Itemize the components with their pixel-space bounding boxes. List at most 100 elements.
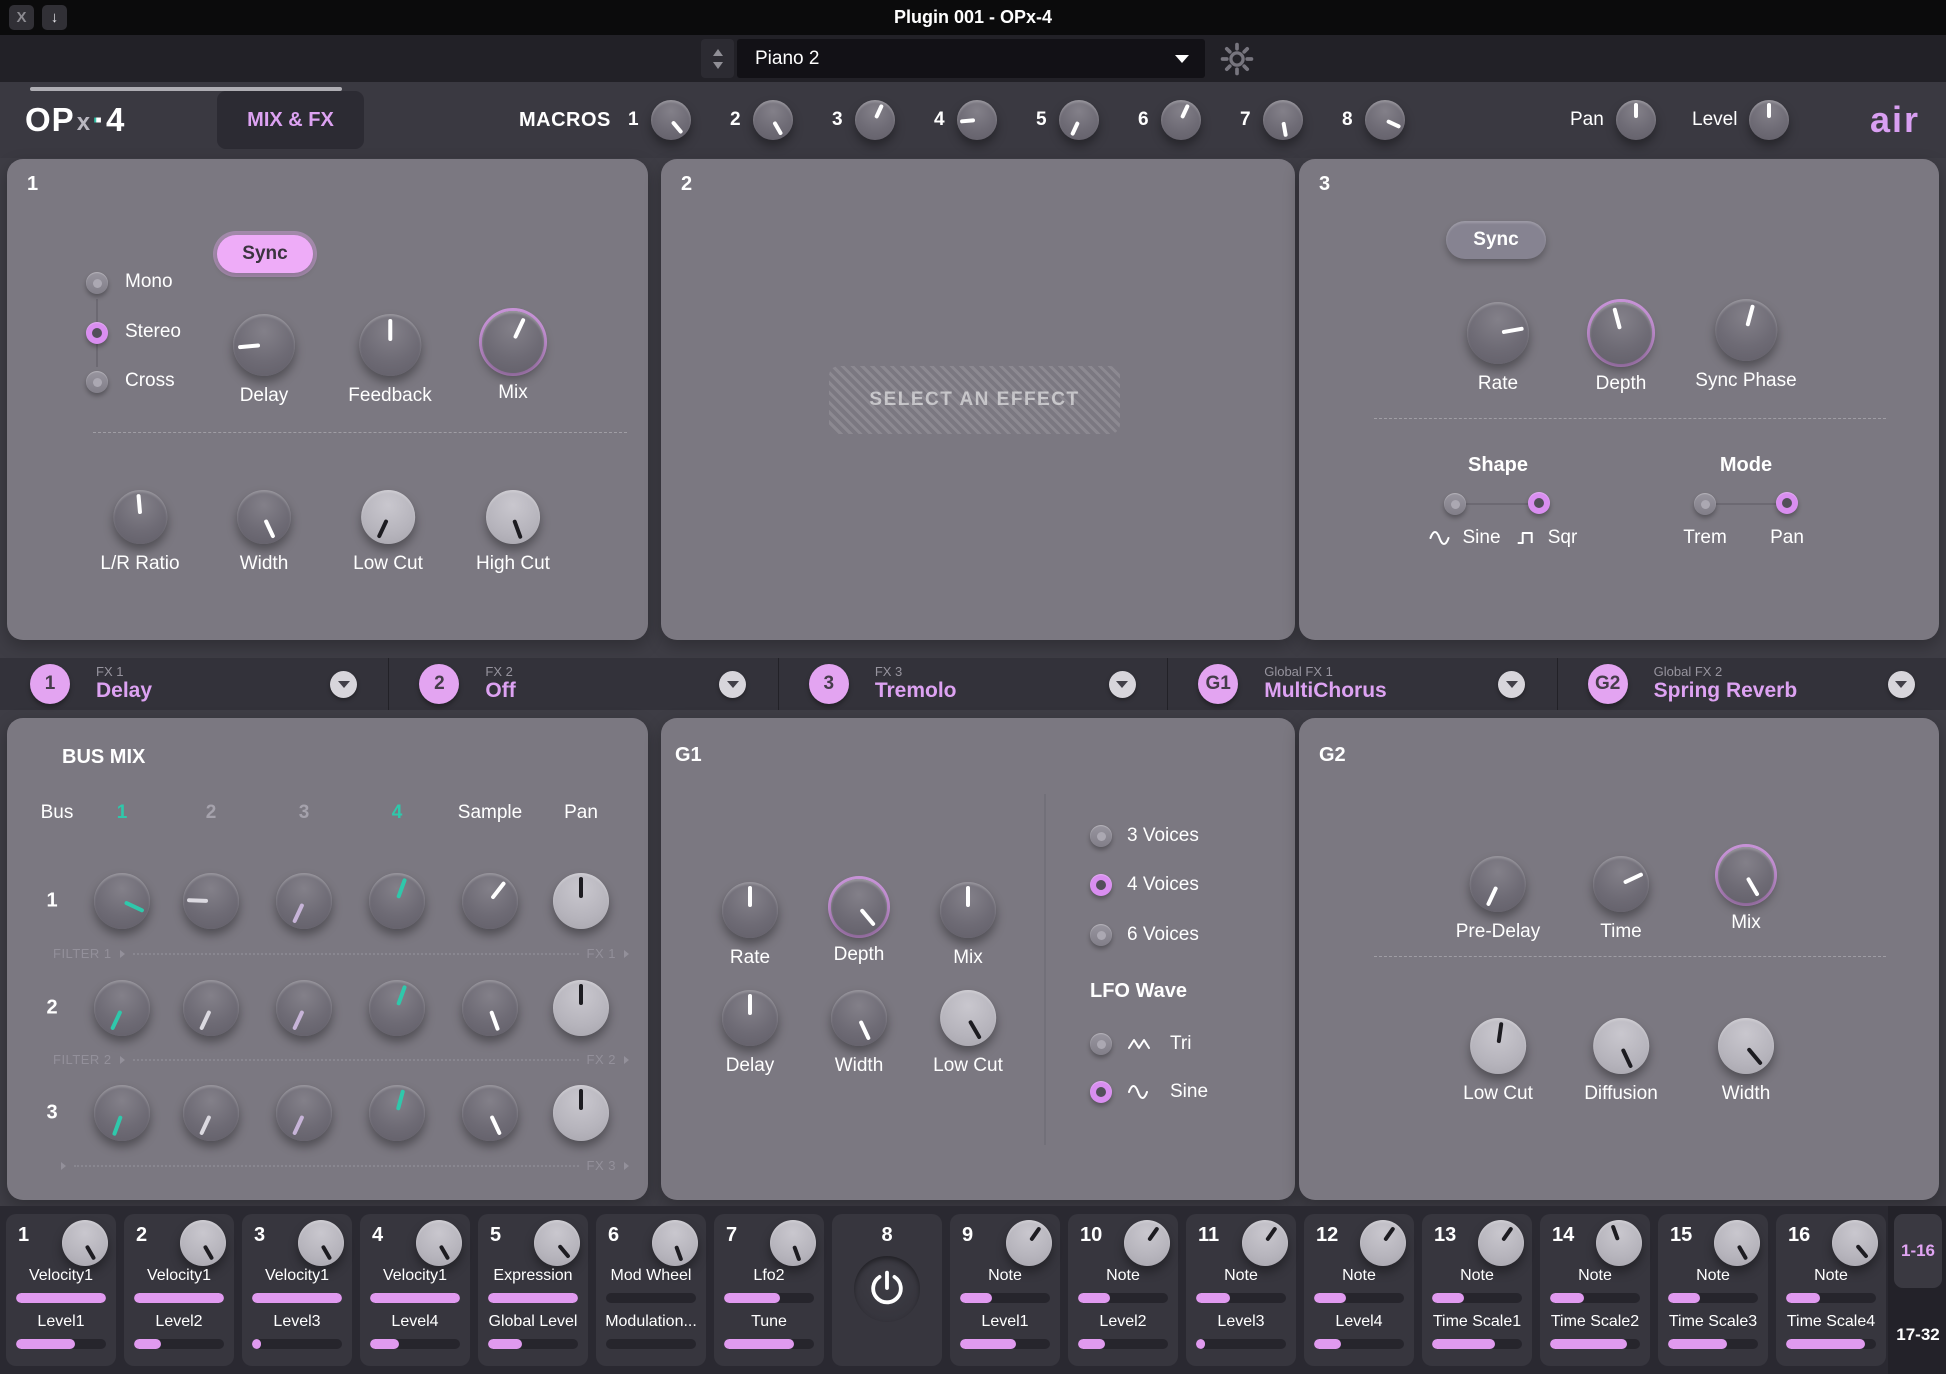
macro-bar[interactable] <box>960 1339 1050 1349</box>
macro-bar[interactable] <box>1550 1339 1640 1349</box>
macro-bar[interactable] <box>1668 1293 1758 1303</box>
macro-bar[interactable] <box>1786 1339 1876 1349</box>
preset-up-icon[interactable] <box>712 48 723 56</box>
lfo-tri-radio[interactable] <box>1090 1033 1112 1055</box>
bus-knob[interactable] <box>369 873 425 929</box>
shape-sine-radio[interactable] <box>1444 493 1466 515</box>
global-fx-tab-2[interactable]: G2 Global FX 2 Spring Reverb <box>1556 658 1946 710</box>
page-tab-17-32[interactable]: 17-32 <box>1894 1304 1942 1366</box>
rate-knob[interactable] <box>1467 302 1529 364</box>
page-tab-1-16[interactable]: 1-16 <box>1894 1214 1942 1288</box>
macro-bar[interactable] <box>252 1339 342 1349</box>
width-knob[interactable] <box>831 990 887 1046</box>
macro-bar[interactable] <box>606 1293 696 1303</box>
bus-knob[interactable] <box>369 1085 425 1141</box>
voices-6-radio[interactable] <box>1090 924 1112 946</box>
pan-knob[interactable] <box>1615 100 1656 140</box>
macro-knob[interactable] <box>1058 100 1099 140</box>
sample-knob[interactable] <box>462 1085 518 1141</box>
chevron-down-icon[interactable] <box>1108 671 1136 698</box>
rate-knob[interactable] <box>722 882 778 938</box>
pan-knob[interactable] <box>553 873 609 929</box>
fx-tab-1[interactable]: 1 FX 1 Delay <box>0 658 388 710</box>
macro-knob[interactable] <box>854 100 895 140</box>
macro-bar[interactable] <box>606 1339 696 1349</box>
voices-4-radio[interactable] <box>1090 874 1112 896</box>
chevron-down-icon[interactable] <box>1498 671 1526 698</box>
slot-knob[interactable] <box>1596 1220 1642 1266</box>
time-knob[interactable] <box>1593 856 1649 912</box>
level-knob[interactable] <box>1749 100 1790 140</box>
macro-bar[interactable] <box>134 1339 224 1349</box>
macro-bar[interactable] <box>724 1339 814 1349</box>
fx-tab-2[interactable]: 2 FX 2 Off <box>388 658 777 710</box>
high-cut-knob[interactable] <box>485 490 540 544</box>
mix-knob[interactable] <box>940 882 996 938</box>
slot-knob[interactable] <box>298 1220 344 1266</box>
bus-knob[interactable] <box>276 980 332 1036</box>
macro-bar[interactable] <box>1314 1293 1404 1303</box>
low-cut-knob[interactable] <box>1469 1018 1526 1074</box>
chevron-down-icon[interactable] <box>330 671 357 698</box>
preset-stepper[interactable] <box>701 39 734 78</box>
macro-knob[interactable] <box>650 100 691 140</box>
macro-bar[interactable] <box>1432 1339 1522 1349</box>
chevron-down-icon[interactable] <box>719 671 747 698</box>
lr-ratio-knob[interactable] <box>112 490 167 544</box>
sample-knob[interactable] <box>462 980 518 1036</box>
slot-knob[interactable] <box>1242 1220 1288 1266</box>
macro-knob[interactable] <box>1364 100 1405 140</box>
macro-knob[interactable] <box>1262 100 1303 140</box>
bus4-header[interactable]: 4 <box>392 802 403 824</box>
slot-knob[interactable] <box>62 1220 108 1266</box>
mono-radio[interactable] <box>86 272 108 294</box>
lfo-sine-radio[interactable] <box>1090 1081 1112 1103</box>
stereo-radio[interactable] <box>86 322 108 344</box>
delay-knob[interactable] <box>722 990 778 1046</box>
pan-knob[interactable] <box>553 1085 609 1141</box>
close-button[interactable]: X <box>9 5 34 30</box>
macro-bar[interactable] <box>488 1293 578 1303</box>
fx-tab-3[interactable]: 3 FX 3 Tremolo <box>777 658 1167 710</box>
power-button[interactable] <box>854 1256 920 1322</box>
slot-knob[interactable] <box>416 1220 462 1266</box>
bus-knob[interactable] <box>183 980 239 1036</box>
mode-trem-radio[interactable] <box>1694 493 1716 515</box>
macro-bar[interactable] <box>1078 1339 1168 1349</box>
slot-knob[interactable] <box>1832 1220 1878 1266</box>
macro-bar[interactable] <box>1314 1339 1404 1349</box>
settings-button[interactable] <box>1220 42 1254 76</box>
sync-phase-knob[interactable] <box>1715 299 1777 361</box>
slot-knob[interactable] <box>1714 1220 1760 1266</box>
mode-pan-radio[interactable] <box>1776 492 1798 514</box>
macro-bar[interactable] <box>370 1339 460 1349</box>
sync-button[interactable]: Sync <box>1446 221 1546 259</box>
voices-3-radio[interactable] <box>1090 825 1112 847</box>
diffusion-knob[interactable] <box>1593 1018 1649 1074</box>
sync-button[interactable]: Sync <box>217 235 313 273</box>
width-knob[interactable] <box>237 490 291 544</box>
pan-knob[interactable] <box>553 980 609 1036</box>
macro-knob[interactable] <box>1160 100 1201 140</box>
macro-knob[interactable] <box>956 100 997 140</box>
macro-bar[interactable] <box>488 1339 578 1349</box>
depth-knob[interactable] <box>1590 302 1652 364</box>
slot-knob[interactable] <box>1124 1220 1170 1266</box>
bus1-header[interactable]: 1 <box>117 802 128 824</box>
slot-knob[interactable] <box>534 1220 580 1266</box>
pre-delay-knob[interactable] <box>1469 856 1526 912</box>
preset-down-icon[interactable] <box>712 61 723 69</box>
download-button[interactable]: ↓ <box>42 5 67 30</box>
macro-bar[interactable] <box>1786 1293 1876 1303</box>
bus2-header[interactable]: 2 <box>206 802 217 824</box>
feedback-knob[interactable] <box>358 314 421 376</box>
bus-knob[interactable] <box>183 873 239 929</box>
macro-bar[interactable] <box>16 1293 106 1303</box>
width-knob[interactable] <box>1718 1018 1774 1074</box>
macro-bar[interactable] <box>1550 1293 1640 1303</box>
macro-bar[interactable] <box>134 1293 224 1303</box>
global-fx-tab-1[interactable]: G1 Global FX 1 MultiChorus <box>1167 658 1556 710</box>
slot-knob[interactable] <box>1006 1220 1052 1266</box>
cross-radio[interactable] <box>86 371 108 393</box>
preset-select[interactable]: Piano 2 <box>737 39 1205 78</box>
